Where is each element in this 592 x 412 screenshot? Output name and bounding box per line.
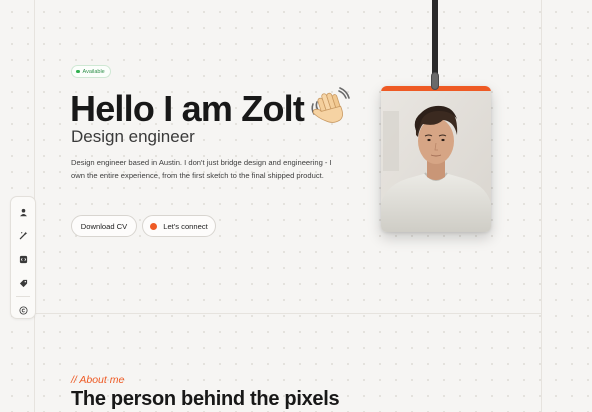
- lets-connect-label: Let's connect: [163, 221, 208, 231]
- download-cv-label: Download CV: [80, 221, 128, 231]
- section-divider: [34, 313, 542, 314]
- role-subtitle: Design engineer: [71, 127, 195, 146]
- section-kicker: // About me: [71, 374, 125, 386]
- toolbar-copyright-button[interactable]: [16, 303, 30, 318]
- code-icon: [19, 255, 27, 264]
- user-icon: [19, 208, 27, 217]
- copyright-icon: [18, 306, 28, 315]
- waving-hand-icon: [310, 87, 350, 127]
- toolbar-divider: [16, 296, 30, 298]
- section-title: The person behind the pixels: [71, 388, 340, 410]
- download-cv-button[interactable]: Download CV: [71, 215, 137, 237]
- hero-title: Hello I am Zolt: [70, 87, 350, 130]
- status-dot-icon: [76, 69, 80, 74]
- id-badge-card[interactable]: [381, 86, 491, 232]
- frame-line-right: [541, 0, 542, 412]
- portrait-photo: [381, 91, 491, 232]
- badge-label: Available: [82, 68, 105, 75]
- side-toolbar: [10, 196, 36, 319]
- availability-badge: Available: [71, 65, 111, 78]
- hero-title-text: Hello I am Zolt: [70, 88, 305, 129]
- lanyard-strap: [432, 0, 438, 82]
- toolbar-tag-button[interactable]: [16, 276, 30, 291]
- badge-clip: [431, 72, 439, 90]
- magic-wand-icon: [19, 232, 27, 240]
- toolbar-code-button[interactable]: [16, 252, 30, 267]
- tag-icon: [19, 279, 27, 287]
- connect-dot-icon: [150, 222, 158, 230]
- toolbar-wand-button[interactable]: [16, 229, 30, 244]
- toolbar-user-button[interactable]: [16, 205, 30, 220]
- bio-paragraph: Design engineer based in Austin. I don't…: [71, 158, 332, 180]
- lets-connect-button[interactable]: Let's connect: [142, 215, 216, 237]
